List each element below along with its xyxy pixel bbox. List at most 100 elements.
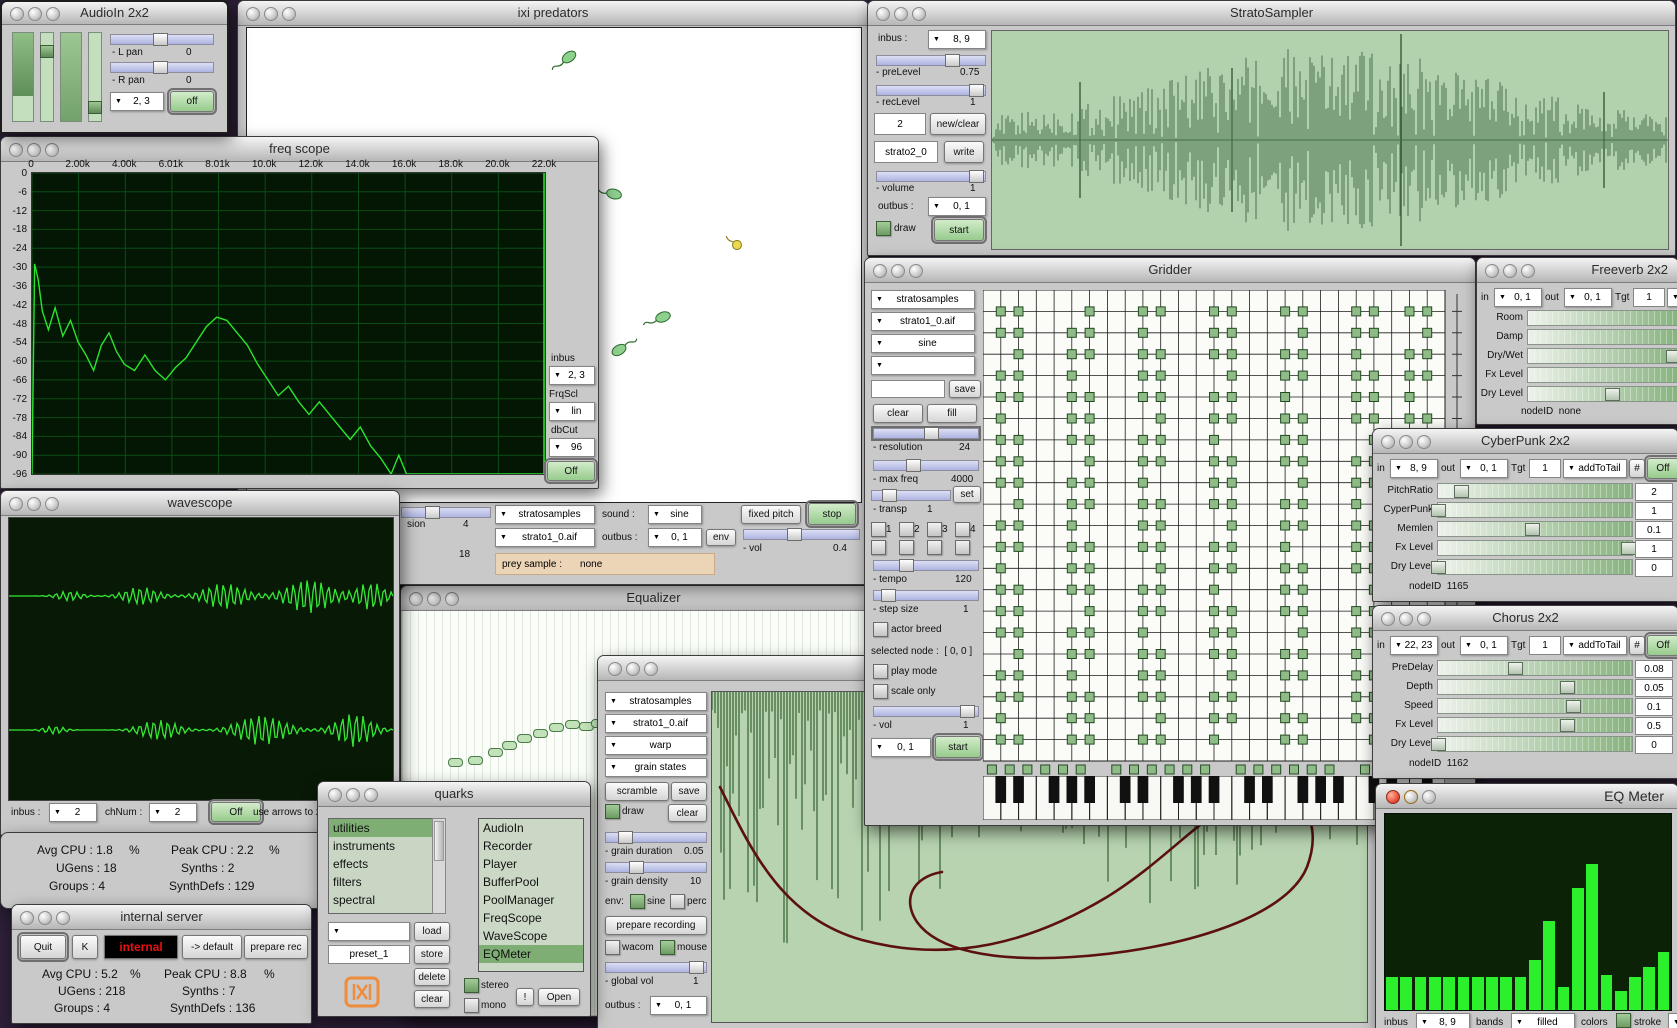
- file-dropdown[interactable]: ▼strato1_0.aif: [605, 714, 707, 733]
- fx-slider-1[interactable]: [1437, 502, 1633, 518]
- clear-button[interactable]: clear: [873, 404, 923, 423]
- fixed-pitch-button[interactable]: fixed pitch: [741, 505, 801, 524]
- stroke-dropdown[interactable]: ▼: [1668, 1013, 1677, 1028]
- start-button[interactable]: start: [935, 736, 981, 758]
- off-button[interactable]: Off: [1647, 635, 1677, 656]
- slider-value-1[interactable]: 1: [1635, 502, 1673, 520]
- quark-item-WaveScope[interactable]: WaveScope: [479, 927, 583, 945]
- file-dropdown[interactable]: ▼strato1_0.aif: [495, 528, 595, 547]
- env-button[interactable]: env: [706, 529, 736, 546]
- fx-slider-2-handle[interactable]: [1525, 523, 1540, 536]
- transp-checkbox-2[interactable]: [899, 522, 914, 537]
- fx-slider-0[interactable]: [1527, 310, 1677, 326]
- fx-slider-4-handle[interactable]: [1605, 388, 1620, 401]
- fader-handle[interactable]: [40, 45, 54, 58]
- fragment-slider-handle[interactable]: [425, 506, 440, 519]
- colors-checkbox[interactable]: [1616, 1013, 1631, 1028]
- quark-item-BufferPool[interactable]: BufferPool: [479, 873, 583, 891]
- quit-button[interactable]: Quit: [20, 935, 66, 959]
- tempo-slider[interactable]: [873, 560, 979, 571]
- maxfreq-slider[interactable]: [873, 460, 979, 471]
- volume-slider-handle[interactable]: [969, 170, 984, 183]
- fx-slider-0[interactable]: [1437, 660, 1633, 676]
- fx-slider-2-handle[interactable]: [1666, 350, 1677, 363]
- scrollbar-thumb[interactable]: [434, 821, 444, 861]
- minimize-button[interactable]: [626, 662, 640, 676]
- write-button[interactable]: write: [944, 141, 984, 163]
- hash-button[interactable]: #: [1629, 636, 1645, 655]
- save-button[interactable]: save: [949, 380, 981, 398]
- transp-checkbox-1[interactable]: [871, 522, 886, 537]
- equalizer-node[interactable]: [502, 741, 517, 750]
- preset-dropdown[interactable]: ▼: [328, 922, 410, 941]
- off-button[interactable]: off: [170, 91, 214, 112]
- stereo-checkbox[interactable]: [464, 978, 479, 993]
- quark-item-FreqScope[interactable]: FreqScope: [479, 909, 583, 927]
- resolution-slider[interactable]: [873, 428, 979, 439]
- slider-value-0[interactable]: 2: [1635, 483, 1673, 501]
- scale-only-checkbox[interactable]: [873, 684, 888, 699]
- set-button[interactable]: set: [953, 486, 981, 503]
- category-item-effects[interactable]: effects: [329, 855, 433, 873]
- outbus-dropdown[interactable]: ▼0, 1: [648, 528, 702, 547]
- category-scrollbar[interactable]: [432, 818, 446, 914]
- stepsize-slider[interactable]: [873, 590, 979, 601]
- fx-slider-4[interactable]: [1527, 386, 1677, 402]
- transp-checkbox-3[interactable]: [927, 522, 942, 537]
- k-button[interactable]: K: [72, 935, 98, 959]
- prelevel-slider[interactable]: [876, 55, 986, 66]
- fx-slider-1-handle[interactable]: [1560, 681, 1575, 694]
- save-button[interactable]: save: [671, 782, 707, 801]
- slider-value-0[interactable]: 0.08: [1635, 660, 1673, 678]
- slider-value-4[interactable]: 0: [1635, 559, 1673, 577]
- prepare-recording-button[interactable]: prepare recording: [605, 916, 707, 935]
- sample-dropdown[interactable]: ▼stratosamples: [605, 692, 707, 711]
- equalizer-node[interactable]: [565, 720, 580, 729]
- sound-dropdown[interactable]: ▼sine: [648, 505, 702, 524]
- clear-button[interactable]: clear: [414, 990, 450, 1008]
- inbus-dropdown[interactable]: ▼2, 3: [549, 366, 595, 385]
- slider-value-4[interactable]: 0: [1635, 736, 1673, 754]
- start-button[interactable]: start: [934, 219, 984, 241]
- internal-button[interactable]: internal: [104, 935, 178, 959]
- density-slider[interactable]: [605, 862, 707, 873]
- duration-slider-handle[interactable]: [618, 831, 633, 844]
- in-bus-dropdown[interactable]: ▼22, 23: [1390, 636, 1438, 655]
- fx-slider-0-handle[interactable]: [1454, 485, 1469, 498]
- slider-value-2[interactable]: 0.1: [1635, 698, 1673, 716]
- transp-checkbox-b2[interactable]: [899, 540, 914, 555]
- input-fader-1[interactable]: [40, 32, 54, 122]
- category-item-utilities[interactable]: utilities: [329, 819, 433, 837]
- quark-item-Player[interactable]: Player: [479, 855, 583, 873]
- bang-button[interactable]: !: [516, 988, 534, 1006]
- fx-slider-2[interactable]: [1527, 348, 1677, 364]
- density-slider-handle[interactable]: [629, 861, 644, 874]
- mono-checkbox[interactable]: [464, 998, 479, 1013]
- equalizer-node[interactable]: [488, 748, 503, 757]
- category-item-filters[interactable]: filters: [329, 873, 433, 891]
- tgt-field[interactable]: 1: [1529, 459, 1561, 478]
- default-button[interactable]: -> default: [182, 935, 242, 959]
- transp-checkbox-b3[interactable]: [927, 540, 942, 555]
- bands-dropdown[interactable]: ▼filled: [1511, 1013, 1575, 1028]
- transp-checkbox-b4[interactable]: [955, 540, 970, 555]
- draw-checkbox[interactable]: [876, 221, 891, 236]
- wacom-checkbox[interactable]: [605, 940, 620, 955]
- fragment-slider[interactable]: [401, 507, 491, 518]
- equalizer-node[interactable]: [517, 734, 532, 743]
- off-button[interactable]: Off: [1647, 458, 1677, 479]
- category-item-spectral[interactable]: spectral: [329, 891, 433, 909]
- out-bus-dropdown[interactable]: ▼0, 1: [1460, 459, 1508, 478]
- inbus-dropdown[interactable]: ▼2: [49, 803, 97, 822]
- volume-slider[interactable]: [876, 171, 986, 182]
- addtotail-dropdown[interactable]: ▼addToTail: [1563, 459, 1627, 478]
- inbus-dropdown[interactable]: ▼8, 9: [1416, 1013, 1470, 1028]
- transp-slider-handle[interactable]: [882, 489, 897, 502]
- fx-slider-3[interactable]: [1527, 367, 1677, 383]
- fader-handle[interactable]: [88, 101, 102, 114]
- fx-slider-3[interactable]: [1437, 540, 1633, 556]
- open-button[interactable]: Open: [538, 988, 580, 1006]
- fx-slider-1[interactable]: [1527, 329, 1677, 345]
- r-pan-slider[interactable]: [110, 62, 214, 73]
- draw-checkbox[interactable]: [605, 804, 620, 819]
